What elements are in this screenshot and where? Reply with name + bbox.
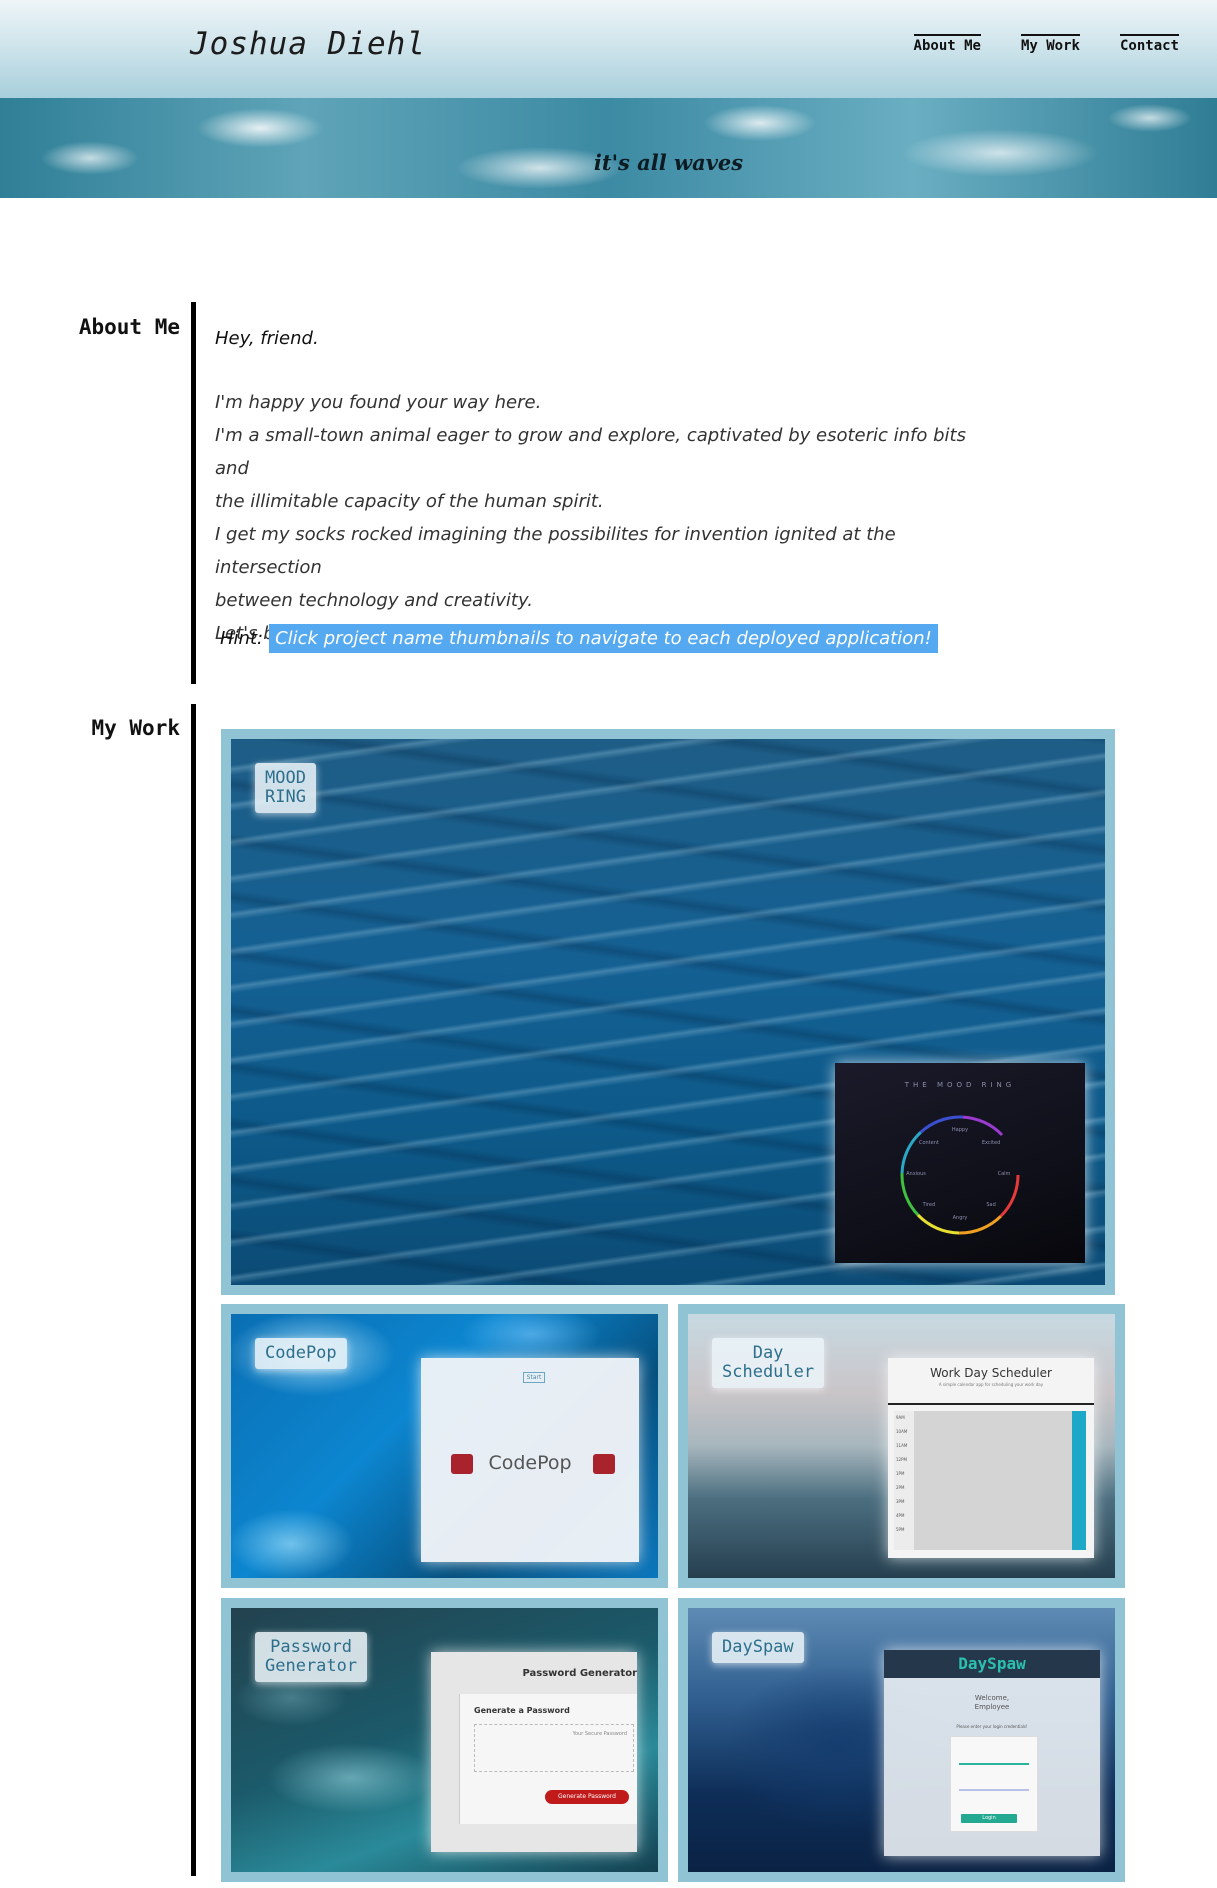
- codepop-start-button: Start: [523, 1372, 545, 1383]
- hour-label: 10AM: [896, 1429, 908, 1434]
- mood-wheel: Happy Excited Calm Sad Angry Tired Anxious Cont…: [900, 1115, 1020, 1235]
- day-scheduler-preview: Work Day Scheduler A simple calendar app…: [888, 1358, 1094, 1558]
- day-scheduler-preview-title: Work Day Scheduler: [930, 1366, 1052, 1380]
- hour-label: 4PM: [896, 1513, 905, 1518]
- nav-contact[interactable]: Contact: [1119, 34, 1179, 54]
- project-card-password-generator[interactable]: Password Generator Password Generator Ge…: [221, 1598, 668, 1882]
- hour-label: 2PM: [896, 1485, 905, 1490]
- username-field: [959, 1763, 1029, 1765]
- project-thumb-day-scheduler[interactable]: Day Scheduler Work Day Scheduler A simpl…: [688, 1314, 1115, 1578]
- dayspaw-preview: DaySpaw Welcome, Employee Please enter y…: [884, 1650, 1100, 1856]
- login-form: Login: [950, 1736, 1038, 1832]
- treasure-chest-icon: [593, 1454, 615, 1474]
- site-brand[interactable]: Joshua Diehl: [190, 26, 426, 62]
- mood-wheel-label: Angry: [953, 1215, 968, 1221]
- project-thumb-password-generator[interactable]: Password Generator Password Generator Ge…: [231, 1608, 658, 1872]
- password-field: [959, 1789, 1029, 1791]
- project-card-codepop[interactable]: CodePop Start CodePop: [221, 1304, 668, 1588]
- day-scheduler-preview-subtitle: A simple calendar app for scheduling you…: [938, 1382, 1044, 1387]
- work-heading: My Work: [91, 716, 180, 740]
- schedule-grid: 9AM 10AM 11AM 12PM 1PM 2PM 3PM 4PM 5PM: [894, 1411, 1086, 1550]
- mood-wheel-label: Content: [919, 1140, 939, 1146]
- hour-label: 5PM: [896, 1527, 905, 1532]
- nav-my-work[interactable]: My Work: [1020, 34, 1080, 54]
- project-thumb-dayspaw[interactable]: DaySpaw DaySpaw Welcome, Employee Please…: [688, 1608, 1115, 1872]
- about-divider: [191, 302, 196, 684]
- project-name-line: MOOD: [265, 768, 306, 788]
- about-heading: About Me: [78, 315, 180, 339]
- hour-label: 3PM: [896, 1499, 905, 1504]
- about-line: the illimitable capacity of the human sp…: [215, 491, 604, 512]
- password-card: Generate a Password Your Secure Password…: [459, 1694, 637, 1824]
- hero-tagline: it's all waves: [593, 150, 744, 175]
- project-card-mood-ring[interactable]: MOOD RING THE MOOD RING Happy Excited Calm…: [221, 729, 1115, 1295]
- project-name-line: Generator: [265, 1656, 358, 1676]
- login-button: Login: [961, 1814, 1017, 1823]
- project-name-line: RING: [265, 787, 306, 807]
- project-card-day-scheduler[interactable]: Day Scheduler Work Day Scheduler A simpl…: [678, 1304, 1125, 1588]
- hour-label: 12PM: [896, 1457, 907, 1462]
- mood-wheel-label: Tired: [922, 1202, 936, 1208]
- welcome-line: Employee: [974, 1703, 1010, 1711]
- dayspaw-preview-brand: DaySpaw: [884, 1650, 1100, 1678]
- about-line: I'm a small-town animal eager to grow an…: [215, 425, 966, 479]
- project-name-line: Password: [270, 1637, 352, 1657]
- about-text: Hey, friend. I'm happy you found your wa…: [215, 322, 995, 650]
- hour-label: 1PM: [896, 1471, 905, 1476]
- project-link-dayspaw[interactable]: DaySpaw: [712, 1632, 804, 1663]
- work-divider: [191, 704, 196, 1876]
- project-name-line: Scheduler: [722, 1362, 815, 1382]
- password-card-title: Generate a Password: [474, 1706, 570, 1715]
- hint-text: Click project name thumbnails to navigat…: [269, 624, 938, 653]
- hint-row: Hint: Click project name thumbnails to n…: [220, 624, 938, 653]
- project-link-codepop[interactable]: CodePop: [255, 1338, 347, 1369]
- welcome-line: Welcome,: [974, 1694, 1010, 1702]
- mood-ring-preview: THE MOOD RING Happy Excited Calm Sad Angry Ti…: [835, 1063, 1085, 1263]
- mood-wheel-label: Excited: [982, 1140, 1000, 1146]
- codepop-preview: Start CodePop: [421, 1358, 639, 1562]
- project-thumb-codepop[interactable]: CodePop Start CodePop: [231, 1314, 658, 1578]
- project-link-mood-ring[interactable]: MOOD RING: [255, 763, 316, 813]
- mood-wheel-label: Sad: [986, 1202, 995, 1208]
- hour-label: 11AM: [896, 1443, 908, 1448]
- project-link-day-scheduler[interactable]: Day Scheduler: [712, 1338, 825, 1388]
- about-line: I get my socks rocked imagining the poss…: [215, 524, 896, 578]
- mood-wheel-label: Calm: [998, 1171, 1011, 1177]
- project-card-dayspaw[interactable]: DaySpaw DaySpaw Welcome, Employee Please…: [678, 1598, 1125, 1882]
- dayspaw-prompt: Please enter your login credentials!: [956, 1724, 1028, 1729]
- hour-label: 9AM: [896, 1415, 905, 1420]
- project-link-password-generator[interactable]: Password Generator: [255, 1632, 368, 1682]
- password-placeholder: Your Secure Password: [572, 1731, 627, 1737]
- generate-password-button: Generate Password: [545, 1790, 629, 1804]
- about-greeting: Hey, friend.: [215, 328, 319, 349]
- project-name-line: Day: [752, 1343, 784, 1363]
- dayspaw-welcome: Welcome, Employee: [884, 1694, 1100, 1712]
- password-output: Your Secure Password: [474, 1724, 634, 1772]
- save-column: [1072, 1411, 1086, 1550]
- project-thumb-mood-ring[interactable]: MOOD RING THE MOOD RING Happy Excited Calm…: [231, 739, 1105, 1285]
- about-line: between technology and creativity.: [215, 590, 533, 611]
- nav-about-me[interactable]: About Me: [913, 34, 981, 54]
- hour-column: 9AM 10AM 11AM 12PM 1PM 2PM 3PM 4PM 5PM: [894, 1411, 914, 1550]
- password-generator-preview: Password Generator Generate a Password Y…: [431, 1652, 637, 1852]
- site-header: Joshua Diehl About Me My Work Contact: [0, 0, 1217, 98]
- hint-label: Hint:: [220, 628, 264, 649]
- divider: [888, 1403, 1094, 1405]
- mood-wheel-label: Happy: [952, 1127, 968, 1133]
- mood-wheel-label: Anxious: [906, 1171, 926, 1177]
- hero-banner: it's all waves: [0, 98, 1217, 198]
- main-nav: About Me My Work Contact: [913, 34, 1179, 54]
- about-line: I'm happy you found your way here.: [215, 392, 542, 413]
- password-generator-preview-header: Password Generator: [522, 1668, 637, 1679]
